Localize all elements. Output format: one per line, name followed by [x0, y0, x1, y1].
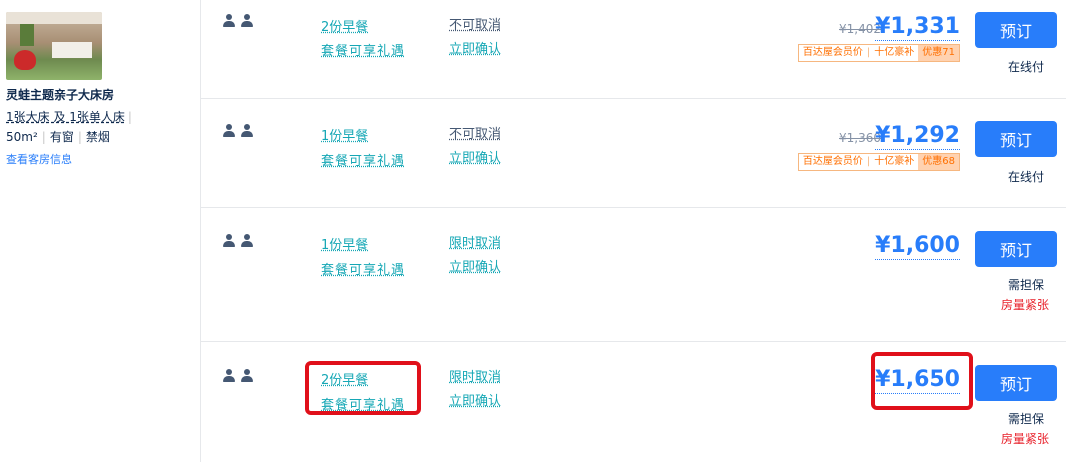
guests-icon: [223, 234, 253, 248]
rate-row: 1份早餐 套餐可享礼遇 不可取消 立即确认 ¥1,360 ¥1,292 百达屋会…: [201, 98, 1066, 208]
room-photo[interactable]: [6, 12, 102, 80]
subsidy-tag: 十亿豪补: [874, 47, 915, 58]
meal-link[interactable]: 1份早餐: [321, 125, 368, 144]
book-button[interactable]: 预订: [975, 365, 1057, 401]
room-beds-text: 1张大床 及 1张单人床: [6, 110, 125, 124]
room-beds: 1张大床 及 1张单人床 |: [6, 110, 132, 124]
subsidy-tag: 十亿豪补: [874, 156, 915, 167]
confirm-type[interactable]: 立即确认: [449, 38, 501, 57]
room-window: 有窗: [49, 130, 74, 144]
promo-badge: 百达屋会员价 | 十亿豪补 优惠71: [797, 44, 960, 62]
price[interactable]: ¥1,331: [875, 14, 960, 41]
cancel-policy[interactable]: 限时取消: [449, 232, 501, 251]
meal-link[interactable]: 2份早餐: [321, 16, 368, 35]
cancel-policy[interactable]: 不可取消: [449, 123, 501, 142]
rate-list: 2份早餐 套餐可享礼遇 不可取消 立即确认 ¥1,402 ¥1,331 百达屋会…: [200, 0, 1066, 462]
member-price-tag: 百达屋会员价: [802, 156, 863, 167]
room-meta: 50m² | 有窗 | 禁烟: [6, 130, 110, 144]
rate-row: 2份早餐 套餐可享礼遇 不可取消 立即确认 ¥1,402 ¥1,331 百达屋会…: [201, 0, 1066, 99]
price[interactable]: ¥1,292: [875, 123, 960, 150]
availability-status: 房量紧张: [1000, 298, 1049, 312]
availability-status: 房量紧张: [1000, 432, 1049, 446]
member-price-tag: 百达屋会员价: [802, 47, 863, 58]
payment-type: 在线付: [1007, 170, 1044, 184]
discount-tag: 优惠71: [918, 45, 959, 61]
payment-type: 需担保: [1007, 412, 1044, 426]
guests-icon: [223, 369, 253, 383]
confirm-type[interactable]: 立即确认: [449, 256, 501, 275]
confirm-type[interactable]: 立即确认: [449, 147, 501, 166]
perk-link[interactable]: 套餐可享礼遇: [321, 259, 405, 278]
room-details-link[interactable]: 查看客房信息: [6, 151, 72, 167]
book-button[interactable]: 预订: [975, 231, 1057, 267]
discount-tag: 优惠68: [918, 154, 959, 170]
payment-type: 在线付: [1007, 60, 1044, 74]
room-info: 灵蛙主题亲子大床房 1张大床 及 1张单人床 | 50m² | 有窗 | 禁烟 查看客房信…: [0, 0, 200, 462]
perk-link[interactable]: 套餐可享礼遇: [321, 40, 405, 59]
cancel-policy[interactable]: 限时取消: [449, 366, 501, 385]
book-button[interactable]: 预订: [975, 12, 1057, 48]
confirm-type[interactable]: 立即确认: [449, 390, 501, 409]
guests-icon: [223, 14, 253, 28]
book-button[interactable]: 预订: [975, 121, 1057, 157]
room-area: 50m²: [6, 130, 38, 144]
price[interactable]: ¥1,600: [875, 233, 960, 260]
payment-type: 需担保: [1007, 278, 1044, 292]
room-name: 灵蛙主题亲子大床房: [6, 88, 115, 102]
cancel-policy[interactable]: 不可取消: [449, 14, 501, 33]
perk-link[interactable]: 套餐可享礼遇: [321, 150, 405, 169]
highlight-box-price: [871, 352, 973, 410]
rate-row: 1份早餐 套餐可享礼遇 限时取消 立即确认 ¥1,600 预订 需担保 房量紧张: [201, 207, 1066, 342]
promo-badge: 百达屋会员价 | 十亿豪补 优惠68: [797, 153, 960, 171]
room-smoking: 禁烟: [85, 130, 110, 144]
rate-row: 2份早餐 套餐可享礼遇 限时取消 立即确认 ¥1,650 预订 需担保 房量紧张: [201, 341, 1066, 462]
guests-icon: [223, 124, 253, 138]
meal-link[interactable]: 1份早餐: [321, 234, 368, 253]
highlight-box-package: [305, 361, 421, 415]
